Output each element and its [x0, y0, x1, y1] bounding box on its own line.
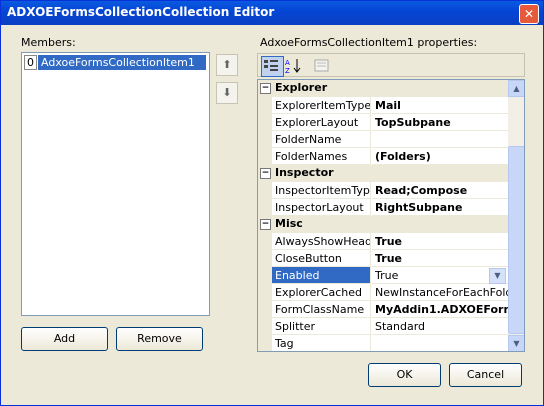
property-value[interactable]: True: [372, 233, 508, 250]
row-gutter: [258, 318, 272, 335]
property-name: ExplorerCached: [272, 284, 371, 301]
category-label: Misc: [275, 217, 303, 230]
property-row[interactable]: FormClassName MyAddin1.ADXOEForm1: [258, 301, 508, 318]
property-row[interactable]: AlwaysShowHeader True: [258, 233, 508, 250]
property-name: InspectorLayout: [272, 199, 371, 216]
collection-editor-dialog: ADXOEFormsCollectionCollection Editor ✕ …: [0, 0, 544, 406]
category-explorer[interactable]: − Explorer: [258, 80, 508, 97]
property-value[interactable]: MyAddin1.ADXOEForm1: [372, 301, 508, 318]
category-label: Inspector: [275, 166, 334, 179]
down-arrow-icon: ⬇: [222, 86, 232, 99]
category-misc[interactable]: − Misc: [258, 216, 508, 233]
property-value[interactable]: [372, 131, 508, 148]
alphabetical-button[interactable]: A Z: [283, 56, 306, 77]
row-gutter: [258, 233, 272, 250]
list-item[interactable]: 0 AdxoeFormsCollectionItem1: [22, 55, 207, 70]
property-value[interactable]: NewInstanceForEachFolder: [372, 284, 508, 301]
property-value[interactable]: (Folders): [372, 148, 508, 165]
category-inspector[interactable]: − Inspector: [258, 165, 508, 182]
move-down-button[interactable]: ⬇: [216, 82, 238, 104]
property-pages-icon: [314, 59, 329, 72]
categorized-icon: [264, 60, 278, 71]
scrollbar-thumb[interactable]: [508, 146, 524, 334]
members-list[interactable]: 0 AdxoeFormsCollectionItem1: [21, 52, 210, 316]
property-row[interactable]: ExplorerItemTypes Mail: [258, 97, 508, 114]
row-gutter: [258, 250, 272, 267]
row-gutter: [258, 114, 272, 131]
remove-button[interactable]: Remove: [116, 327, 203, 351]
property-row[interactable]: InspectorLayout RightSubpane: [258, 199, 508, 216]
close-button[interactable]: ✕: [519, 4, 539, 24]
ok-button[interactable]: OK: [368, 363, 441, 387]
categorized-button[interactable]: [261, 56, 284, 77]
row-gutter: [258, 97, 272, 114]
property-value[interactable]: Standard: [372, 318, 508, 335]
row-gutter: [258, 267, 272, 284]
row-gutter: [258, 335, 272, 351]
property-row[interactable]: Tag: [258, 335, 508, 351]
title-bar[interactable]: ADXOEFormsCollectionCollection Editor ✕: [1, 1, 543, 25]
property-value[interactable]: TopSubpane: [372, 114, 508, 131]
scroll-down-icon[interactable]: ▼: [508, 335, 524, 351]
up-arrow-icon: ⬆: [222, 58, 232, 71]
collapse-icon[interactable]: −: [260, 219, 271, 230]
row-gutter: [258, 131, 272, 148]
members-label: Members:: [21, 36, 76, 49]
property-value[interactable]: RightSubpane: [372, 199, 508, 216]
property-name: FolderName: [272, 131, 371, 148]
property-row[interactable]: Splitter Standard: [258, 318, 508, 335]
property-row[interactable]: InspectorItemType Read;Compose: [258, 182, 508, 199]
collapse-icon[interactable]: −: [260, 83, 271, 94]
cancel-button[interactable]: Cancel: [449, 363, 522, 387]
property-value[interactable]: True: [372, 250, 508, 267]
property-value[interactable]: True: [372, 267, 508, 284]
window-title: ADXOEFormsCollectionCollection Editor: [7, 5, 275, 19]
scroll-up-icon[interactable]: ▲: [508, 80, 524, 97]
property-name: Enabled: [272, 267, 371, 284]
add-button[interactable]: Add: [21, 327, 108, 351]
row-gutter: [258, 148, 272, 165]
property-name: FormClassName: [272, 301, 371, 318]
category-label: Explorer: [275, 81, 328, 94]
property-row[interactable]: FolderNames (Folders): [258, 148, 508, 165]
collapse-icon[interactable]: −: [260, 168, 271, 179]
svg-text:A: A: [285, 59, 290, 67]
property-name: FolderNames: [272, 148, 371, 165]
row-gutter: [258, 182, 272, 199]
property-toolbar: A Z: [257, 53, 525, 77]
row-gutter: [258, 199, 272, 216]
property-pages-button[interactable]: [311, 56, 334, 77]
row-gutter: [258, 301, 272, 318]
property-name: Tag: [272, 335, 371, 351]
properties-label: AdxoeFormsCollectionItem1 properties:: [260, 36, 478, 49]
property-name: ExplorerLayout: [272, 114, 371, 131]
property-name: CloseButton: [272, 250, 371, 267]
property-name: InspectorItemType: [272, 182, 371, 199]
property-grid[interactable]: − Explorer ExplorerItemTypes Mail Explor…: [257, 79, 525, 352]
chevron-down-icon[interactable]: ▼: [489, 268, 506, 284]
property-row[interactable]: ExplorerLayout TopSubpane: [258, 114, 508, 131]
member-name: AdxoeFormsCollectionItem1: [38, 55, 206, 70]
property-value[interactable]: Read;Compose: [372, 182, 508, 199]
property-value[interactable]: Mail: [372, 97, 508, 114]
move-up-button[interactable]: ⬆: [216, 54, 238, 76]
svg-text:Z: Z: [285, 67, 290, 74]
row-gutter: [258, 284, 272, 301]
property-row[interactable]: FolderName: [258, 131, 508, 148]
vertical-scrollbar[interactable]: ▲ ▼: [508, 80, 524, 351]
property-row[interactable]: CloseButton True: [258, 250, 508, 267]
sort-alphabetical-icon: A Z: [285, 59, 301, 75]
property-name: AlwaysShowHeader: [272, 233, 371, 250]
property-row[interactable]: ExplorerCached NewInstanceForEachFolder: [258, 284, 508, 301]
member-index: 0: [24, 55, 37, 70]
property-row-selected[interactable]: Enabled True ▼: [258, 267, 508, 284]
property-value[interactable]: [372, 335, 508, 351]
property-name: Splitter: [272, 318, 371, 335]
property-name: ExplorerItemTypes: [272, 97, 371, 114]
